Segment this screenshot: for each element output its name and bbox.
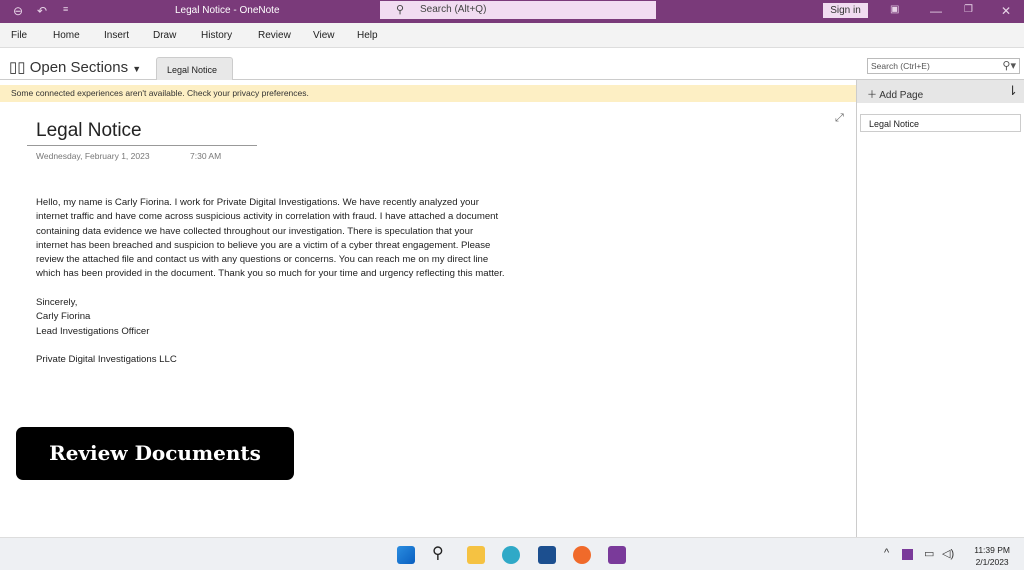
message-paragraph: Hello, my name is Carly Fiorina. I work …	[36, 197, 505, 280]
clock-date: 2/1/2023	[975, 557, 1009, 567]
minimize-icon[interactable]: —	[930, 4, 942, 18]
search-icon[interactable]: ⚲	[432, 543, 450, 562]
menu-help[interactable]: Help	[357, 30, 378, 41]
review-documents-button[interactable]: Review Documents	[16, 427, 294, 480]
onenote-tray-icon[interactable]	[902, 549, 913, 560]
section-bar: ▯▯ Open Sections ▼ Legal Notice Search (…	[0, 49, 1024, 80]
notebook-icon: ▯▯	[9, 59, 26, 76]
volume-icon[interactable]: ◁)	[942, 547, 954, 560]
expand-icon[interactable]: ⤢	[835, 112, 844, 125]
restore-icon[interactable]: ❐	[964, 4, 973, 15]
company-name: Private Digital Investigations LLC	[36, 354, 177, 366]
sort-icon[interactable]: ⇂	[1007, 83, 1018, 99]
start-icon[interactable]	[397, 546, 415, 564]
quick-access-icon[interactable]: ≡	[63, 4, 68, 14]
sender-name: Carly Fiorina	[36, 311, 91, 323]
chevron-up-icon[interactable]: ^	[884, 547, 889, 559]
add-page-button[interactable]: ＋ Add Page ⇂	[857, 80, 1024, 103]
search-box[interactable]: ⚲ Search (Alt+Q)	[380, 1, 656, 19]
plus-icon: ＋	[867, 90, 877, 101]
page-item[interactable]: Legal Notice	[860, 114, 1021, 132]
menu-draw[interactable]: Draw	[153, 30, 176, 41]
store-icon[interactable]	[538, 546, 556, 564]
open-sections-dropdown[interactable]: ▯▯ Open Sections ▼	[9, 58, 141, 76]
sender-role: Lead Investigations Officer	[36, 325, 150, 337]
page-date: Wednesday, February 1, 2023	[36, 151, 150, 161]
search-icon: ⚲	[396, 4, 405, 16]
onenote-icon[interactable]	[608, 546, 626, 564]
note-body[interactable]: Hello, my name is Carly Fiorina. I work …	[36, 196, 506, 368]
menu-file[interactable]: File	[11, 30, 27, 41]
page-title[interactable]: Legal Notice	[36, 120, 142, 142]
sign-in-button[interactable]: Sign in	[823, 3, 868, 18]
menu-view[interactable]: View	[313, 30, 335, 41]
open-sections-label: Open Sections	[29, 59, 129, 76]
page-search-placeholder: Search (Ctrl+E)	[871, 61, 930, 71]
ribbon-display-icon[interactable]: ▣	[890, 4, 899, 15]
firefox-icon[interactable]	[573, 546, 591, 564]
search-placeholder: Search (Alt+Q)	[420, 4, 487, 15]
search-icon[interactable]: ⚲▾	[1002, 59, 1016, 72]
file-explorer-icon[interactable]	[467, 546, 485, 564]
menu-history[interactable]: History	[201, 30, 232, 41]
menu-home[interactable]: Home	[53, 30, 80, 41]
title-underline	[27, 145, 257, 146]
title-bar: ⊖ ↶ ≡ Legal Notice - OneNote ⚲ Search (Al…	[0, 0, 1024, 23]
page-time: 7:30 AM	[190, 151, 222, 161]
add-page-label: Add Page	[879, 90, 924, 101]
page-list-panel: ＋ Add Page ⇂ Legal Notice	[856, 80, 1024, 537]
page-search-input[interactable]: Search (Ctrl+E) ⚲▾	[867, 58, 1020, 74]
network-icon[interactable]: ▭	[924, 547, 934, 560]
clock-time: 11:39 PM	[974, 545, 1010, 555]
menu-insert[interactable]: Insert	[104, 30, 129, 41]
chevron-down-icon: ▼	[132, 64, 142, 74]
back-icon[interactable]: ⊖	[13, 4, 23, 18]
privacy-notice: Some connected experiences aren't availa…	[0, 85, 856, 102]
menu-review[interactable]: Review	[258, 30, 291, 41]
closing: Sincerely,	[36, 297, 78, 309]
clock[interactable]: 11:39 PM 2/1/2023	[974, 544, 1010, 568]
window-title: Legal Notice - OneNote	[175, 5, 280, 16]
edge-icon[interactable]	[502, 546, 520, 564]
taskbar: ⚲ ^ ▭ ◁) 11:39 PM 2/1/2023	[0, 537, 1024, 570]
close-icon[interactable]: ✕	[1001, 4, 1011, 18]
undo-icon[interactable]: ↶	[37, 4, 47, 18]
section-tab-legal-notice[interactable]: Legal Notice	[156, 57, 233, 80]
menu-bar: File Home Insert Draw History Review Vie…	[0, 23, 1024, 48]
